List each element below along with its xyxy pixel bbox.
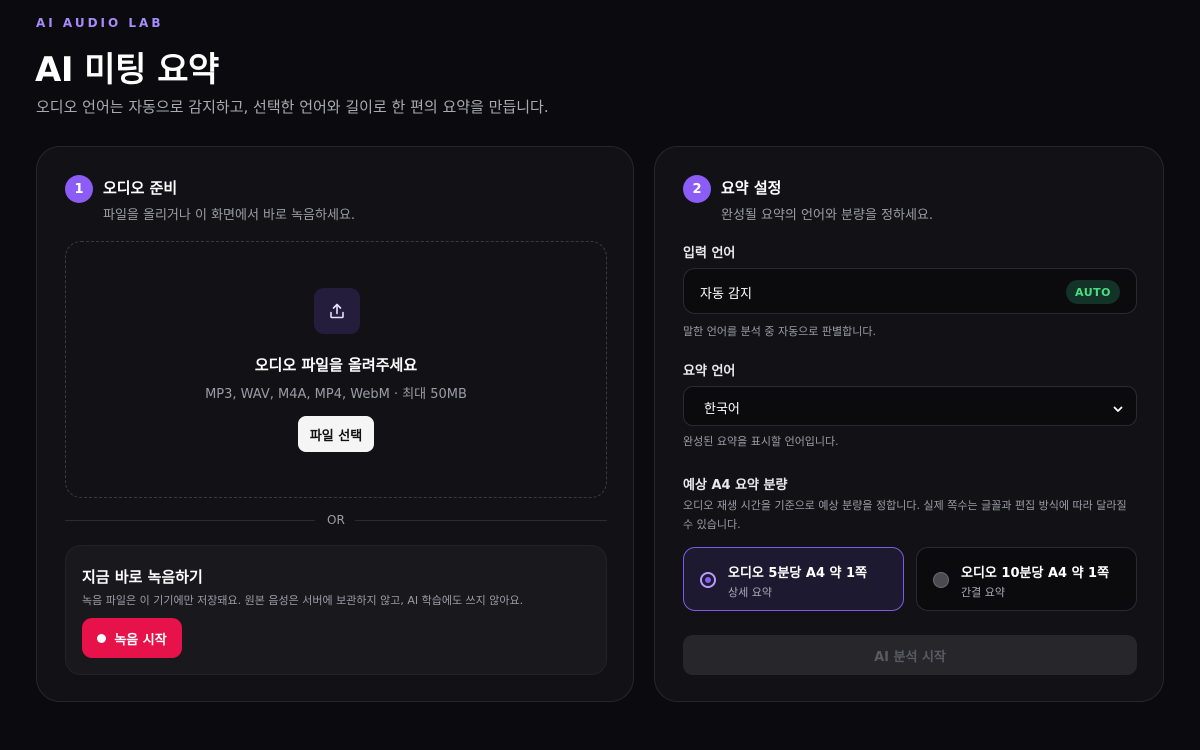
audio-card-description: 파일을 올리거나 이 화면에서 바로 녹음하세요. (103, 208, 356, 223)
summary-length-help: 오디오 재생 시간을 기준으로 예상 분량을 정합니다. 실제 쪽수는 글꼴과 … (683, 499, 1127, 531)
summary-length-label: 예상 A4 요약 분량 (683, 478, 788, 493)
option-subtitle: 간결 요약 (961, 586, 1005, 599)
radio-unselected[interactable] (933, 572, 949, 588)
length-option-concise[interactable]: 오디오 10분당 A4 약 1쪽 간결 요약 (916, 547, 1137, 611)
length-option-detailed[interactable]: 오디오 5분당 A4 약 1쪽 상세 요약 (683, 547, 904, 611)
option-subtitle: 상세 요약 (728, 586, 772, 599)
start-recording-button[interactable]: 녹음 시작 (82, 618, 182, 658)
option-title: 오디오 10분당 A4 약 1쪽 (961, 566, 1110, 581)
start-recording-label: 녹음 시작 (114, 632, 167, 648)
step-badge: 1 (65, 175, 93, 203)
dropzone-title: 오디오 파일을 올려주세요 (254, 356, 418, 374)
summary-language-help: 완성된 요약을 표시할 언어입니다. (683, 435, 839, 448)
summary-language-value: 한국어 (704, 402, 740, 417)
upload-icon (314, 288, 360, 334)
auto-badge: AUTO (1066, 280, 1120, 304)
page-title: AI 미팅 요약 (35, 50, 219, 90)
settings-card-description: 완성될 요약의 언어와 분량을 정하세요. (721, 208, 934, 223)
dropzone-formats: MP3, WAV, M4A, MP4, WebM · 최대 50MB (205, 387, 467, 402)
start-analysis-button[interactable]: AI 분석 시작 (683, 635, 1137, 675)
record-title: 지금 바로 녹음하기 (82, 568, 203, 586)
divider-right (355, 520, 607, 521)
select-file-button[interactable]: 파일 선택 (298, 416, 374, 452)
input-language-field[interactable]: 자동 감지 AUTO (683, 268, 1137, 314)
audio-card-title: 오디오 준비 (103, 179, 178, 197)
input-language-value: 자동 감지 (700, 287, 752, 302)
summary-language-select[interactable]: 한국어 (683, 386, 1137, 426)
page-subtitle: 오디오 언어는 자동으로 감지하고, 선택한 언어와 길이로 한 편의 요약을 … (36, 98, 549, 116)
divider-left (65, 520, 315, 521)
input-language-label: 입력 언어 (683, 246, 736, 261)
settings-card-title: 요약 설정 (721, 179, 782, 197)
file-dropzone[interactable]: 오디오 파일을 올려주세요 MP3, WAV, M4A, MP4, WebM ·… (65, 241, 607, 498)
chevron-down-icon (1112, 400, 1124, 419)
step-badge: 2 (683, 175, 711, 203)
eyebrow: AI AUDIO LAB (36, 16, 164, 30)
settings-card: 2 요약 설정 완성될 요약의 언어와 분량을 정하세요. 입력 언어 자동 감… (654, 146, 1164, 702)
radio-selected[interactable] (700, 572, 716, 588)
summary-language-label: 요약 언어 (683, 364, 736, 379)
input-language-help: 말한 언어를 분석 중 자동으로 판별합니다. (683, 325, 877, 338)
option-title: 오디오 5분당 A4 약 1쪽 (728, 566, 868, 581)
record-panel: 지금 바로 녹음하기 녹음 파일은 이 기기에만 저장돼요. 원본 음성은 서버… (65, 545, 607, 675)
record-description: 녹음 파일은 이 기기에만 저장돼요. 원본 음성은 서버에 보관하지 않고, … (82, 594, 524, 607)
record-dot-icon (97, 633, 107, 643)
audio-card: 1 오디오 준비 파일을 올리거나 이 화면에서 바로 녹음하세요. 오디오 파… (36, 146, 634, 702)
or-divider-label: OR (327, 513, 345, 527)
